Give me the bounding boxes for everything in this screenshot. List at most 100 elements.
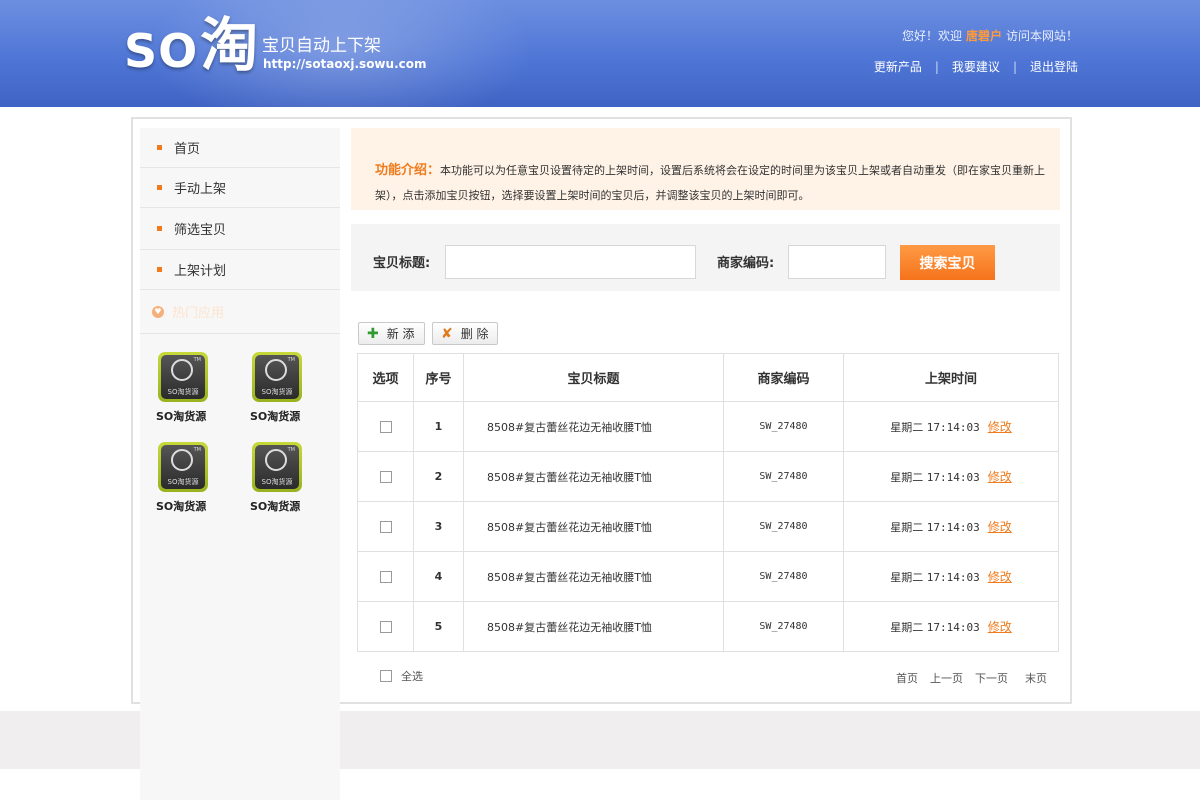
row-checkbox-cell [357,501,414,552]
row-title: 8508#复古蕾丝花边无袖收腰T恤 [463,601,724,652]
row-code: SW_27480 [723,551,844,602]
top-links: 更新产品 | 我要建议 | 退出登陆 [874,58,1078,75]
site-logo[interactable]: SO 淘 [124,16,258,74]
row-checkbox[interactable] [379,621,392,633]
row-checkbox-cell [357,601,414,652]
table-row: 3 8508#复古蕾丝花边无袖收腰T恤 SW_27480 星期二 17:14:0… [357,501,1059,552]
row-title: 8508#复古蕾丝花边无袖收腰T恤 [463,401,724,452]
sidebar-item-label: 手动上架 [174,182,227,197]
row-title: 8508#复古蕾丝花边无袖收腰T恤 [463,551,724,602]
col-header-option: 选项 [357,353,414,402]
prev-page-link[interactable]: 上一页 [930,670,963,686]
so-huoyuan-icon: TM SO淘货源 [252,442,302,492]
sidebar-item-label: 筛选宝贝 [174,223,227,238]
pagination: 首页 上一页 下一页 末页 [896,670,1047,686]
so-huoyuan-icon: TM SO淘货源 [158,442,208,492]
schedule-table: 选项 序号 宝贝标题 商家编码 上架时间 1 8508#复古蕾丝花边无袖收腰T恤… [357,353,1059,652]
row-checkbox[interactable] [379,571,392,583]
row-index: 1 [413,401,464,452]
row-time-cell: 星期二 17:14:03 修改 [843,451,1059,502]
app-so-huoyuan[interactable]: TM SO淘货源 SO淘货源 [250,442,310,514]
site-header: SO 淘 宝贝自动上下架 http://sotaoxj.sowu.com 您好！… [0,0,1200,140]
last-page-link[interactable]: 末页 [1025,670,1047,686]
first-page-link[interactable]: 首页 [896,670,918,686]
add-button-label: 新 添 [386,327,415,341]
sidebar-item-plan[interactable]: 上架计划 [140,250,340,290]
delete-button[interactable]: ✘ 删 除 [432,322,498,345]
code-search-input[interactable] [788,245,886,279]
so-huoyuan-icon: TM SO淘货源 [252,352,302,402]
heart-icon: ♥ [152,305,164,318]
update-products-link[interactable]: 更新产品 [874,60,922,74]
app-so-huoyuan[interactable]: TM SO淘货源 SO淘货源 [156,352,216,424]
edit-link[interactable]: 修改 [988,420,1012,434]
intro-text: 本功能可以为任意宝贝设置待定的上架时间，设置后系统将会在设定的时间里为该宝贝上架… [375,164,1046,202]
delete-x-icon: ✘ [441,325,453,342]
row-checkbox[interactable] [379,421,392,433]
row-checkbox[interactable] [379,521,392,533]
edit-link[interactable]: 修改 [988,620,1012,634]
bullet-icon [157,226,162,231]
col-header-code: 商家编码 [723,353,844,402]
col-header-title: 宝贝标题 [463,353,724,402]
row-checkbox-cell [357,551,414,602]
sidebar-item-label: 首页 [174,142,201,157]
row-time: 17:14:03 [926,571,980,584]
select-all-checkbox[interactable] [380,670,392,682]
suggestion-link[interactable]: 我要建议 [952,60,1000,74]
row-time-cell: 星期二 17:14:03 修改 [843,601,1059,652]
sidebar-item-filter[interactable]: 筛选宝贝 [140,208,340,250]
select-all[interactable]: 全选 [380,668,423,684]
username[interactable]: 唐碧户 [966,29,1002,43]
title-label: 宝贝标题: [373,256,431,271]
hot-apps-label: 热门应用 [172,306,225,321]
title-search-input[interactable] [445,245,696,279]
sidebar-item-home[interactable]: 首页 [140,128,340,168]
edit-link[interactable]: 修改 [988,570,1012,584]
search-panel: 宝贝标题: 商家编码: 搜索宝贝 [351,224,1060,291]
link-separator: | [934,60,939,74]
app-so-huoyuan[interactable]: TM SO淘货源 SO淘货源 [250,352,310,424]
link-separator: | [1012,60,1017,74]
app-so-huoyuan[interactable]: TM SO淘货源 SO淘货源 [156,442,216,514]
table-row: 5 8508#复古蕾丝花边无袖收腰T恤 SW_27480 星期二 17:14:0… [357,601,1059,652]
table-header-row: 选项 序号 宝贝标题 商家编码 上架时间 [357,353,1059,402]
intro-title: 功能介绍： [375,163,441,178]
select-all-label: 全选 [401,670,423,683]
app-grid: TM SO淘货源 SO淘货源 TM SO淘货源 SO淘货源 TM SO淘货源 SO淘货… [140,334,340,514]
edit-link[interactable]: 修改 [988,470,1012,484]
greeting: 您好！欢迎 唐碧户 访问本网站！ [902,27,1078,44]
greeting-prefix: 您好！欢迎 [901,29,962,43]
row-time: 17:14:03 [926,471,980,484]
bullet-icon [157,267,162,272]
row-time-cell: 星期二 17:14:03 修改 [843,551,1059,602]
row-code: SW_27480 [723,401,844,452]
greeting-suffix: 访问本网站！ [1005,29,1078,43]
delete-button-label: 删 除 [460,327,489,341]
app-label: SO淘货源 [250,500,301,513]
row-day: 星期二 [890,421,924,434]
row-title: 8508#复古蕾丝花边无袖收腰T恤 [463,501,724,552]
feature-intro: 功能介绍：本功能可以为任意宝贝设置待定的上架时间，设置后系统将会在设定的时间里为… [351,128,1060,210]
plus-icon: ✚ [367,325,379,342]
row-code: SW_27480 [723,451,844,502]
sidebar-item-manual-list[interactable]: 手动上架 [140,168,340,208]
search-button[interactable]: 搜索宝贝 [900,245,995,280]
next-page-link[interactable]: 下一页 [975,670,1008,686]
app-label: SO淘货源 [250,410,301,423]
bullet-icon [157,185,162,190]
row-code: SW_27480 [723,601,844,652]
table-row: 4 8508#复古蕾丝花边无袖收腰T恤 SW_27480 星期二 17:14:0… [357,551,1059,602]
row-checkbox-cell [357,451,414,502]
add-button[interactable]: ✚ 新 添 [358,322,425,345]
table-row: 2 8508#复古蕾丝花边无袖收腰T恤 SW_27480 星期二 17:14:0… [357,451,1059,502]
logout-link[interactable]: 退出登陆 [1030,60,1078,74]
row-checkbox[interactable] [379,471,392,483]
row-index: 3 [413,501,464,552]
row-day: 星期二 [890,571,924,584]
logo-so-text: SO [124,24,199,78]
sidebar-item-label: 上架计划 [174,264,227,279]
bullet-icon [157,145,162,150]
edit-link[interactable]: 修改 [988,520,1012,534]
row-day: 星期二 [890,521,924,534]
